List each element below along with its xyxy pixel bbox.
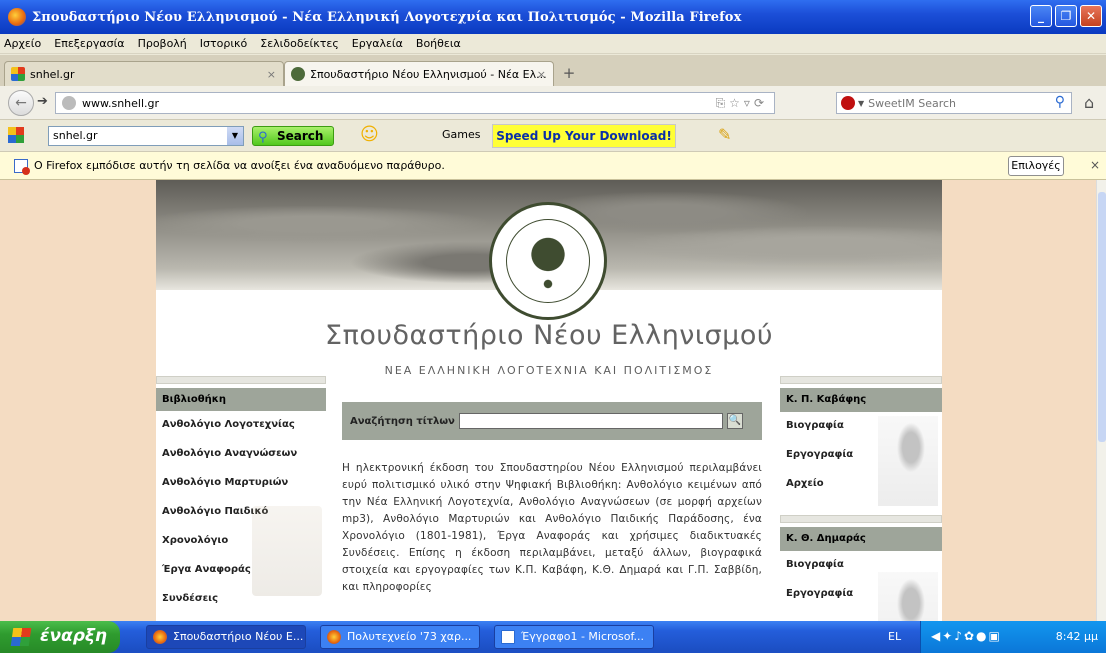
- main-content: Αναζήτηση τίτλων 🔍 Η ηλεκτρονική έκδοση …: [342, 402, 762, 596]
- tab-label: snhel.gr: [30, 67, 75, 81]
- popup-blocked-icon: [14, 158, 30, 175]
- tab-close-icon[interactable]: ×: [537, 68, 546, 81]
- vertical-scrollbar[interactable]: [1096, 180, 1106, 621]
- search-bar[interactable]: ▼ ⚲: [836, 92, 1072, 114]
- pencil-icon[interactable]: ✎: [718, 125, 731, 144]
- menu-history[interactable]: Ιστορικό: [200, 37, 248, 50]
- title-search-box: Αναζήτηση τίτλων 🔍: [342, 402, 762, 440]
- search-input[interactable]: [868, 96, 1019, 110]
- search-button[interactable]: 🔍: [726, 413, 743, 429]
- window-title: Σπουδαστήριο Νέου Ελληνισμού - Νέα Ελλην…: [32, 9, 742, 25]
- taskbar-item-label: Έγγραφο1 - Microsof...: [521, 630, 645, 643]
- firefox-icon: [153, 630, 167, 644]
- popup-blocked-notification: Ο Firefox εμπόδισε αυτήν τη σελίδα να αν…: [0, 152, 1106, 180]
- dimaras-header: Κ. Θ. Δημαράς: [780, 527, 942, 551]
- dimaras-portrait: [878, 572, 938, 621]
- word-document-icon: [501, 630, 515, 644]
- smiley-icon[interactable]: ☺: [360, 124, 379, 145]
- tab-active[interactable]: Σπουδαστήριο Νέου Ελληνισμού - Νέα Ελ...…: [284, 61, 554, 86]
- scrollbar-thumb[interactable]: [1098, 192, 1106, 442]
- right-sidebar: Κ. Π. Καβάφης Βιογραφία Εργογραφία Αρχεί…: [780, 376, 942, 621]
- chevron-down-icon[interactable]: ▼: [858, 99, 864, 108]
- menu-view[interactable]: Προβολή: [138, 37, 187, 50]
- new-tab-button[interactable]: +: [559, 64, 579, 82]
- site-title: Σπουδαστήριο Νέου Ελληνισμού: [325, 320, 773, 351]
- addon-combo[interactable]: snhel.gr ▼: [48, 126, 244, 146]
- taskbar-item-firefox-polytechnic[interactable]: Πολυτεχνείο '73 χαρ...: [320, 625, 480, 649]
- sidebar-divider-bar: [780, 515, 942, 523]
- cavafy-header: Κ. Π. Καβάφης: [780, 388, 942, 412]
- title-search-label: Αναζήτηση τίτλων: [350, 415, 455, 427]
- start-label: έναρξη: [40, 626, 108, 646]
- addon-toolbar: snhel.gr ▼ ⚲ Search ☺ Games Speed Up You…: [0, 120, 1106, 152]
- home-button[interactable]: ⌂: [1084, 93, 1094, 112]
- combo-value: snhel.gr: [53, 129, 98, 142]
- addon-logo-icon[interactable]: [8, 127, 24, 143]
- window-titlebar: Σπουδαστήριο Νέου Ελληνισμού - Νέα Ελλην…: [0, 0, 1106, 34]
- search-icon[interactable]: ⚲: [1055, 94, 1065, 110]
- sidebar-header-library: Βιβλιοθήκη: [156, 388, 326, 411]
- search-icon: ⚲: [258, 130, 268, 145]
- firefox-icon: [8, 8, 26, 26]
- bookmark-star-icon[interactable]: ⎘☆▿⟳: [716, 96, 768, 111]
- intro-paragraph: Η ηλεκτρονική έκδοση του Σπουδαστηρίου Ν…: [342, 462, 762, 593]
- speed-up-download-button[interactable]: Speed Up Your Download!: [492, 124, 676, 148]
- site-favicon-icon: [11, 67, 25, 81]
- taskbar-item-label: Πολυτεχνείο '73 χαρ...: [347, 630, 472, 643]
- sidebar-item-testimonies[interactable]: Ανθολόγιο Μαρτυριών: [156, 469, 326, 498]
- tree-favicon-icon: [291, 67, 305, 81]
- book-illustration: [252, 506, 322, 596]
- chevron-down-icon[interactable]: ▼: [227, 127, 243, 145]
- forward-button[interactable]: ➔: [37, 94, 48, 109]
- sidebar-top-bar: [780, 376, 942, 384]
- sidebar-top-bar: [156, 376, 326, 384]
- tree-emblem-icon: [506, 219, 590, 303]
- url-input[interactable]: [82, 96, 642, 110]
- system-tray: EL ◀✦♪✿●▣ 8:42 μμ: [888, 621, 1106, 653]
- seal-logo: [489, 202, 607, 320]
- taskbar: έναρξη Σπουδαστήριο Νέου Ε... Πολυτεχνεί…: [0, 621, 1106, 653]
- close-icon[interactable]: ×: [1090, 158, 1100, 172]
- page-viewport: Σπουδαστήριο Νέου Ελληνισμού ΝΕΑ ΕΛΛΗΝΙΚ…: [0, 180, 1096, 621]
- menu-tools[interactable]: Εργαλεία: [352, 37, 403, 50]
- url-bar[interactable]: ⎘☆▿⟳: [55, 92, 775, 114]
- back-button[interactable]: ←: [8, 90, 34, 116]
- addon-search-label: Search: [277, 129, 324, 143]
- clock: 8:42 μμ: [1055, 630, 1098, 643]
- left-sidebar: Βιβλιοθήκη Ανθολόγιο Λογοτεχνίας Ανθολόγ…: [156, 376, 326, 621]
- screen: Σπουδαστήριο Νέου Ελληνισμού - Νέα Ελλην…: [0, 0, 1106, 653]
- tray-icons[interactable]: ◀✦♪✿●▣: [931, 629, 1002, 643]
- start-button[interactable]: έναρξη: [0, 621, 120, 653]
- sidebar-item-readings[interactable]: Ανθολόγιο Αναγνώσεων: [156, 440, 326, 469]
- menu-file[interactable]: Αρχείο: [4, 37, 41, 50]
- taskbar-item-word[interactable]: Έγγραφο1 - Microsof...: [494, 625, 654, 649]
- menu-edit[interactable]: Επεξεργασία: [54, 37, 124, 50]
- options-button[interactable]: Επιλογές: [1008, 156, 1064, 176]
- firefox-icon: [327, 630, 341, 644]
- sidebar-item-literature[interactable]: Ανθολόγιο Λογοτεχνίας: [156, 411, 326, 440]
- site-container: Σπουδαστήριο Νέου Ελληνισμού ΝΕΑ ΕΛΛΗΝΙΚ…: [156, 180, 942, 621]
- title-search-input[interactable]: [458, 413, 723, 429]
- menu-bar: Αρχείο Επεξεργασία Προβολή Ιστορικό Σελι…: [0, 34, 1106, 54]
- menu-help[interactable]: Βοήθεια: [416, 37, 461, 50]
- windows-flag-icon: [10, 628, 32, 646]
- tab-snhel[interactable]: snhel.gr ×: [4, 61, 284, 86]
- notification-text: Ο Firefox εμπόδισε αυτήν τη σελίδα να αν…: [34, 159, 445, 172]
- maximize-button[interactable]: ❐: [1055, 5, 1077, 27]
- minimize-button[interactable]: _: [1030, 5, 1052, 27]
- tab-label: Σπουδαστήριο Νέου Ελληνισμού - Νέα Ελ...: [310, 67, 547, 81]
- tab-strip: snhel.gr × Σπουδαστήριο Νέου Ελληνισμού …: [0, 55, 1106, 86]
- games-button[interactable]: Games: [442, 128, 480, 141]
- addon-search-button[interactable]: ⚲ Search: [252, 126, 334, 146]
- taskbar-item-label: Σπουδαστήριο Νέου Ε...: [173, 630, 304, 643]
- close-button[interactable]: ✕: [1080, 5, 1102, 27]
- navigation-bar: ← ➔ ⎘☆▿⟳ ▼ ⚲ ⌂: [0, 86, 1106, 120]
- taskbar-item-firefox-snhel[interactable]: Σπουδαστήριο Νέου Ε...: [146, 625, 306, 649]
- globe-icon: [62, 96, 76, 110]
- tab-close-icon[interactable]: ×: [267, 68, 276, 81]
- cavafy-portrait: [878, 416, 938, 506]
- menu-bookmarks[interactable]: Σελιδοδείκτες: [260, 37, 339, 50]
- language-indicator[interactable]: EL: [888, 630, 901, 643]
- search-engine-icon[interactable]: [841, 96, 855, 110]
